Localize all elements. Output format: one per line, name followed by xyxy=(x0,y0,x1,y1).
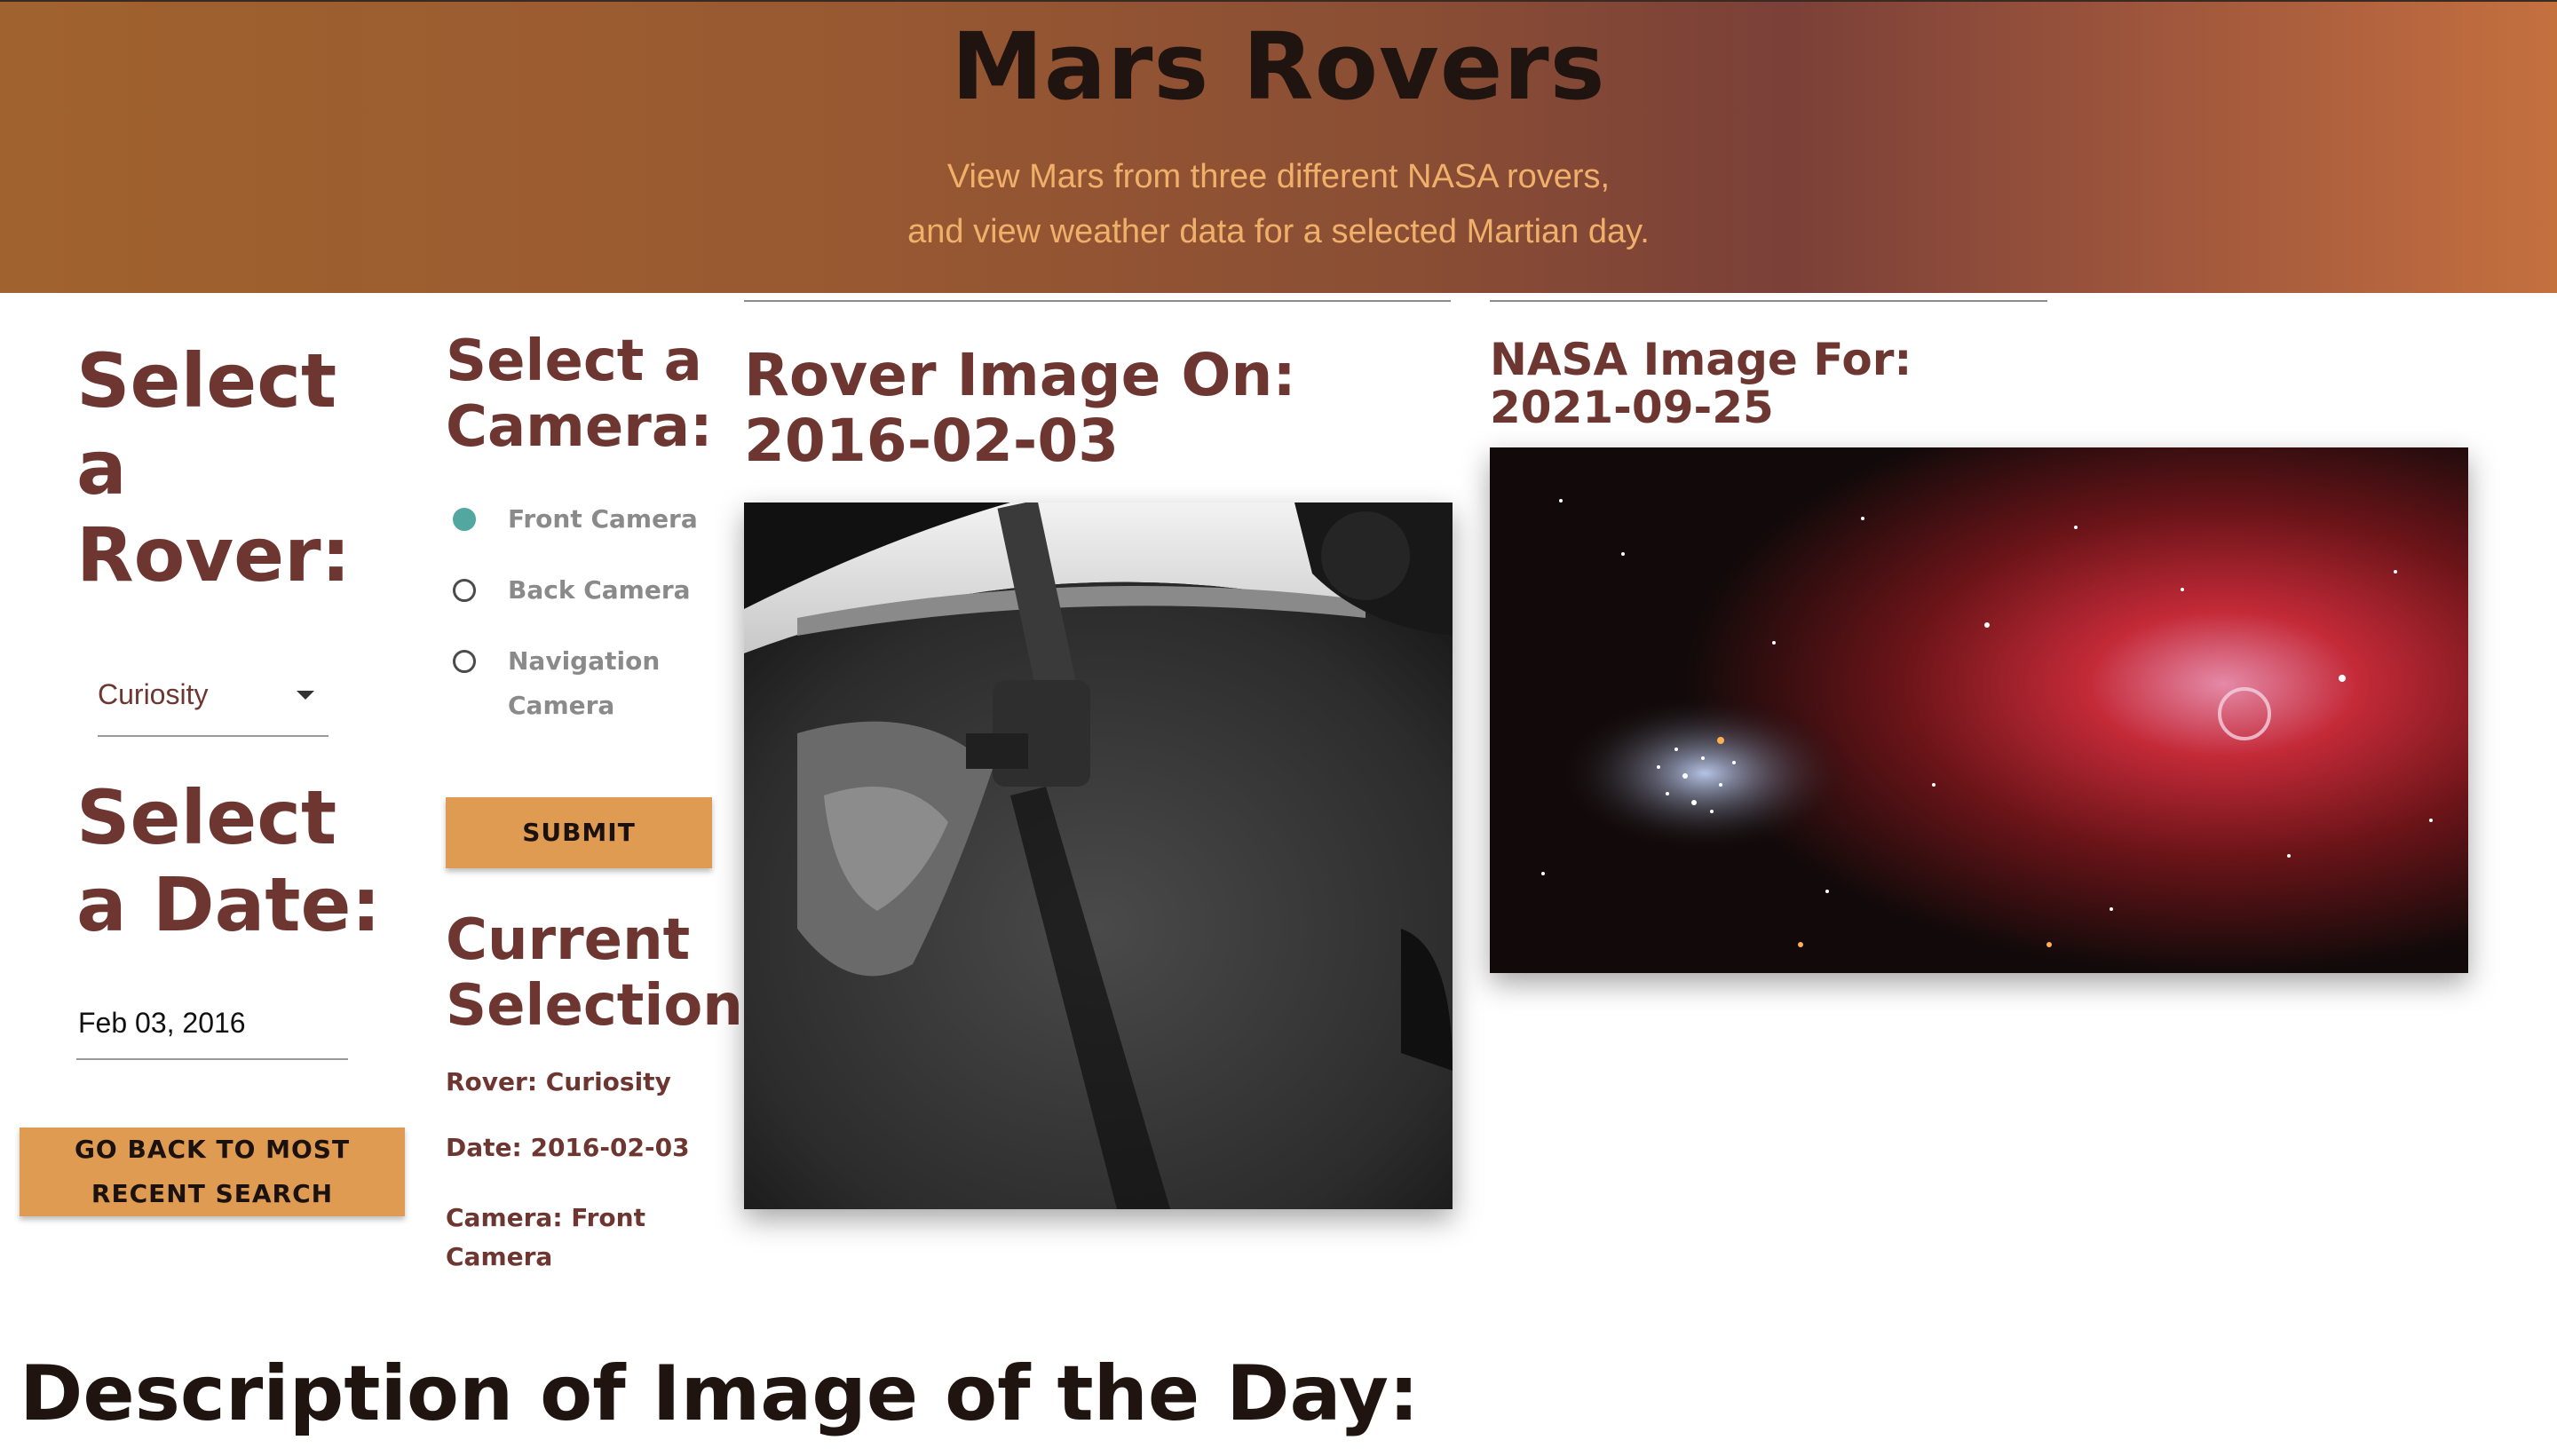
go-back-button[interactable]: GO BACK TO MOST RECENT SEARCH xyxy=(20,1128,405,1216)
page-header: Mars Rovers View Mars from three differe… xyxy=(0,0,2557,293)
select-camera-heading: Select a Camera: xyxy=(446,328,713,460)
select-date-heading: Select a Date: xyxy=(76,774,382,948)
page-subtitle: View Mars from three different NASA rove… xyxy=(0,149,2557,259)
current-selection-heading: Current Selection: xyxy=(446,907,766,1039)
current-camera: Camera: Front Camera xyxy=(446,1203,645,1271)
divider xyxy=(1490,300,2047,302)
camera-option-label: Front Camera xyxy=(508,504,698,534)
nebula-photo xyxy=(1490,447,2468,973)
subtitle-line-1: View Mars from three different NASA rove… xyxy=(946,158,1611,195)
rover-image-title: Rover Image On: 2016-02-03 xyxy=(744,341,1296,475)
current-date: Date: 2016-02-03 xyxy=(446,1133,690,1162)
subtitle-line-2: and view weather data for a selected Mar… xyxy=(907,213,1650,250)
nasa-image-title: NASA Image For: 2021-09-25 xyxy=(1490,334,1912,433)
camera-option-back[interactable]: Back Camera xyxy=(453,568,719,613)
date-input[interactable]: Feb 03, 2016 xyxy=(76,994,348,1060)
submit-button[interactable]: SUBMIT xyxy=(446,797,712,868)
camera-option-label: Navigation Camera xyxy=(508,646,661,720)
radio-unchecked-icon[interactable] xyxy=(453,579,476,602)
camera-option-label: Back Camera xyxy=(508,575,691,605)
date-input-value: Feb 03, 2016 xyxy=(78,1007,246,1039)
radio-checked-icon[interactable] xyxy=(453,508,476,531)
select-rover-heading: Select a Rover: xyxy=(76,337,352,598)
rover-select[interactable]: Curiosity xyxy=(98,668,329,737)
camera-option-front[interactable]: Front Camera xyxy=(453,497,719,542)
radio-unchecked-icon[interactable] xyxy=(453,650,476,673)
divider xyxy=(744,300,1451,302)
rover-image xyxy=(744,502,1453,1209)
rover-select-value: Curiosity xyxy=(98,678,209,710)
chevron-down-icon xyxy=(297,691,314,700)
rover-photo xyxy=(744,502,1453,1209)
camera-option-navigation[interactable]: Navigation Camera xyxy=(453,639,719,728)
page-title: Mars Rovers xyxy=(951,12,1606,121)
description-heading: Description of Image of the Day: xyxy=(20,1349,1420,1438)
nasa-image xyxy=(1490,447,2468,973)
current-rover: Rover: Curiosity xyxy=(446,1067,671,1096)
